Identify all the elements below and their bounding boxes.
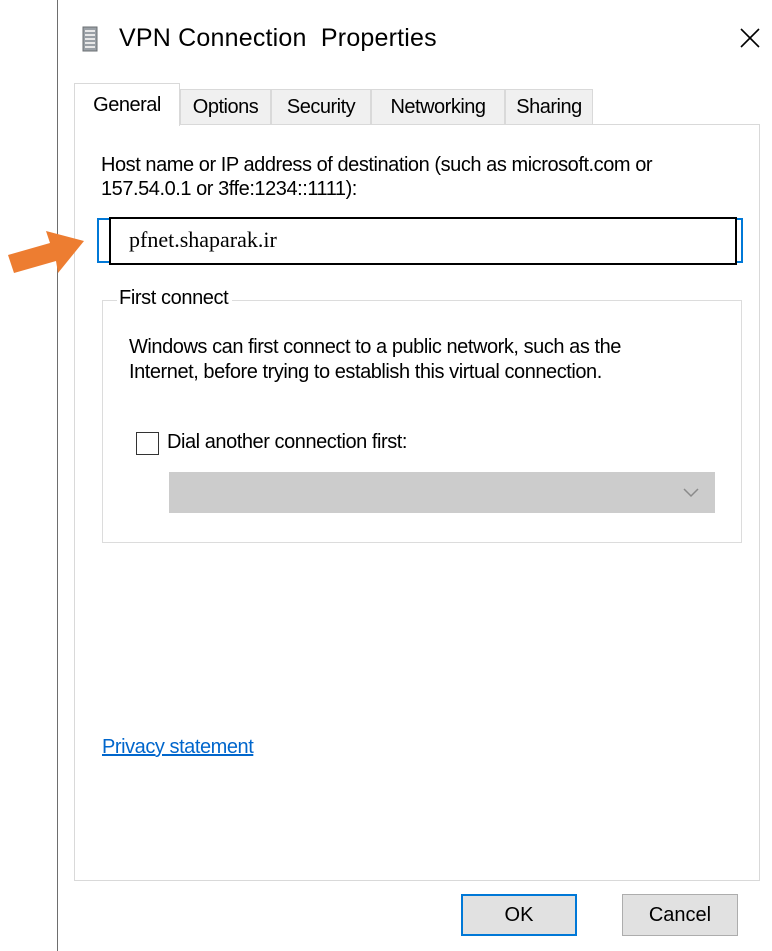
title-bar[interactable]: VPN Connection Properties — [58, 0, 772, 78]
host-label-line-2: 157.54.0.1 or 3ffe:1234::1111): — [101, 178, 357, 200]
host-input[interactable]: pfnet.shaparak.ir — [109, 217, 737, 265]
privacy-statement-link[interactable]: Privacy statement — [102, 736, 254, 759]
tab-security[interactable]: Security — [271, 89, 371, 125]
cancel-button[interactable]: Cancel — [622, 894, 738, 936]
general-tab-panel: Host name or IP address of destination (… — [74, 124, 760, 881]
first-connect-legend: First connect — [117, 287, 233, 310]
dial-another-connection-checkbox[interactable] — [136, 432, 159, 455]
close-button[interactable] — [722, 16, 772, 60]
ok-button[interactable]: OK — [461, 894, 577, 936]
tab-general[interactable]: General — [74, 83, 180, 126]
phone-book-icon — [82, 26, 98, 52]
first-connect-description: Windows can first connect to a public ne… — [129, 335, 729, 385]
window-title: VPN Connection Properties — [119, 24, 437, 52]
chevron-down-icon — [682, 485, 700, 503]
host-label-line-1: Host name or IP address of destination (… — [101, 154, 653, 176]
tab-options[interactable]: Options — [180, 89, 271, 125]
properties-window: VPN Connection Properties General Option… — [57, 0, 772, 951]
close-icon — [740, 28, 760, 48]
dial-another-connection-label[interactable]: Dial another connection first: — [167, 431, 407, 454]
arrow-right-icon — [8, 231, 84, 273]
first-connect-desc-line-1: Windows can first connect to a public ne… — [129, 336, 621, 358]
tab-strip: General Options Security Networking Shar… — [74, 83, 674, 126]
tab-networking[interactable]: Networking — [371, 89, 505, 125]
tab-sharing[interactable]: Sharing — [505, 89, 593, 125]
first-connect-group: First connect Windows can first connect … — [102, 287, 742, 543]
host-label: Host name or IP address of destination (… — [101, 153, 751, 201]
connection-dropdown[interactable] — [169, 472, 715, 513]
first-connect-desc-line-2: Internet, before trying to establish thi… — [129, 361, 602, 383]
